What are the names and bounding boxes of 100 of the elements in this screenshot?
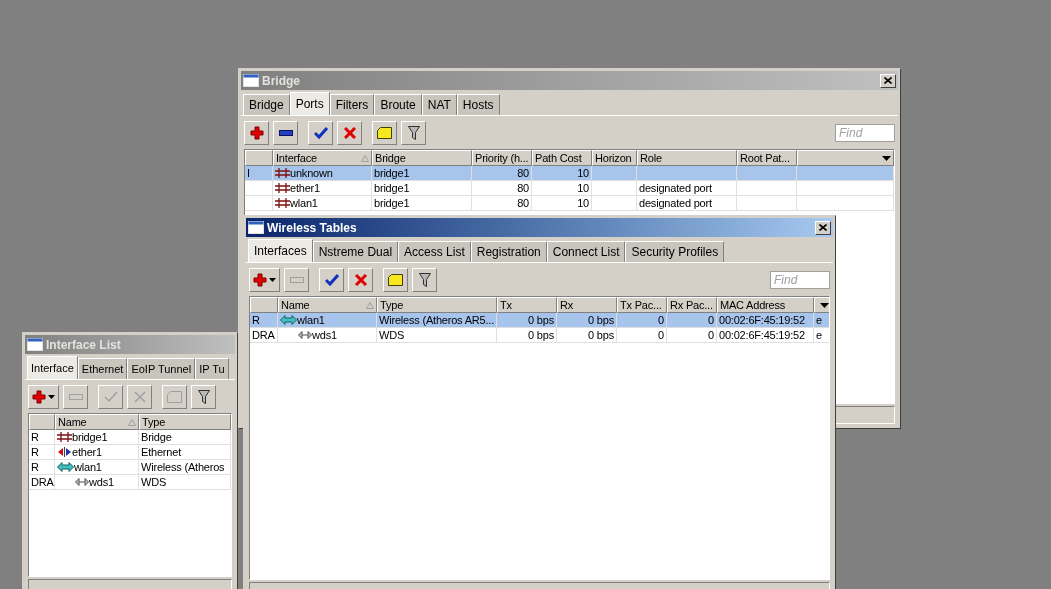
window-title: Wireless Tables — [267, 219, 357, 237]
tab[interactable]: NAT — [421, 94, 457, 115]
column-label: Tx — [500, 298, 512, 312]
column-header[interactable]: Rx Pac... — [667, 297, 717, 313]
column-header[interactable]: Name — [278, 297, 377, 313]
table-cell: 10 — [577, 195, 589, 211]
column-header[interactable]: Rx — [557, 297, 617, 313]
minus-icon — [278, 129, 293, 136]
table-cell: 0 bps — [528, 312, 554, 328]
table-row[interactable]: R bridge1 Bridge — [29, 430, 231, 445]
filter-button[interactable] — [191, 384, 216, 409]
table-cell: WDS — [379, 327, 405, 343]
tab[interactable]: Filters — [329, 94, 375, 115]
add-button[interactable] — [28, 384, 59, 409]
table-row[interactable]: DRA wds1 WDS — [29, 475, 231, 490]
add-button[interactable] — [249, 267, 280, 292]
table-cell: 80 — [517, 165, 529, 181]
table-row[interactable]: DRA wds1 WDS 0 bps 0 bps 0 0 00:02:6F:45:19:52 e — [250, 328, 829, 343]
tab[interactable]: IP Tu — [195, 358, 229, 379]
tab[interactable]: Interface — [27, 356, 78, 379]
bridge-icon — [57, 432, 72, 442]
find-field[interactable]: Find — [770, 270, 830, 289]
tab[interactable]: Security Profiles — [625, 241, 725, 262]
table-cell: 0 bps — [588, 312, 614, 328]
table-cell: designated port — [639, 180, 712, 196]
tab[interactable]: EoIP Tunnel — [127, 358, 196, 379]
plus-icon — [32, 389, 46, 404]
column-label: Horizon — [595, 151, 632, 165]
disable-button[interactable] — [348, 267, 373, 292]
tab[interactable]: Hosts — [456, 94, 500, 115]
dropdown-icon[interactable] — [820, 302, 829, 308]
window-title: Bridge — [262, 72, 300, 90]
tab[interactable]: Access List — [398, 241, 471, 262]
close-icon — [819, 224, 827, 231]
enable-button[interactable] — [308, 120, 333, 145]
column-header[interactable]: Bridge — [372, 150, 472, 166]
tab[interactable]: Registration — [470, 241, 547, 262]
column-header[interactable]: Role — [637, 150, 737, 166]
table-cell: bridge1 — [374, 180, 410, 196]
tab[interactable]: Nstreme Dual — [312, 241, 399, 262]
table-cell: 0 bps — [588, 327, 614, 343]
bridge-icon — [275, 183, 290, 193]
window-icon — [248, 221, 264, 234]
filter-button[interactable] — [401, 120, 426, 145]
tab[interactable]: Ports — [289, 92, 330, 115]
column-header[interactable]: Path Cost — [532, 150, 592, 166]
column-header[interactable]: Tx — [497, 297, 557, 313]
plus-icon — [249, 125, 264, 140]
column-header[interactable]: MAC Address — [717, 297, 814, 313]
enable-button[interactable] — [319, 267, 344, 292]
tab[interactable]: Bridge — [243, 94, 290, 115]
filter-button[interactable] — [412, 267, 437, 292]
add-button[interactable] — [244, 120, 269, 145]
column-header[interactable]: Tx Pac... — [617, 297, 667, 313]
cross-icon — [133, 390, 146, 403]
column-label: Bridge — [375, 151, 406, 165]
column-header[interactable]: Horizon — [592, 150, 637, 166]
table-row[interactable]: R wlan1 Wireless (Atheros AR5... 0 bps 0 bps 0 0 00:02:6F:45:19:52 e — [250, 313, 829, 328]
column-header[interactable] — [814, 297, 829, 313]
comment-button[interactable] — [383, 267, 408, 292]
table-cell: wlan1 — [297, 312, 325, 328]
double-arrow-icon — [75, 478, 89, 486]
dropdown-icon[interactable] — [882, 155, 891, 161]
arrows-icon — [57, 447, 72, 457]
table-cell: ether1 — [72, 444, 102, 460]
comment-button[interactable] — [372, 120, 397, 145]
table-cell: 00:02:6F:45:19:52 — [719, 327, 805, 343]
column-header[interactable]: Root Pat... — [737, 150, 797, 166]
tab[interactable]: Connect List — [546, 241, 626, 262]
table-row[interactable]: R ether1 Ethernet — [29, 445, 231, 460]
column-header[interactable]: Type — [377, 297, 497, 313]
tab[interactable]: Interfaces — [248, 239, 313, 262]
column-label: Rx — [560, 298, 574, 312]
bridge-icon — [275, 198, 290, 208]
table-row[interactable]: wlan1 bridge1 80 10 designated port — [245, 196, 894, 211]
tab[interactable]: Broute — [374, 94, 422, 115]
close-button[interactable] — [815, 220, 831, 235]
table-cell: I — [247, 165, 250, 181]
check-icon — [103, 390, 118, 403]
table-row[interactable]: ether1 bridge1 80 10 designated port — [245, 181, 894, 196]
close-button[interactable] — [880, 73, 896, 88]
table-cell: R — [252, 312, 260, 328]
column-header[interactable]: Type — [139, 414, 231, 430]
table-cell: Ethernet — [141, 444, 181, 460]
find-field[interactable]: Find — [835, 123, 895, 142]
minus-icon — [289, 276, 304, 283]
caret-icon — [48, 394, 55, 399]
window-title: Interface List — [46, 336, 121, 354]
table-row[interactable]: R wlan1 Wireless (Atheros — [29, 460, 231, 475]
check-icon — [324, 273, 339, 286]
check-icon — [313, 126, 328, 139]
table-cell: 80 — [517, 180, 529, 196]
disable-button[interactable] — [337, 120, 362, 145]
remove-button[interactable] — [273, 120, 298, 145]
tab[interactable]: Ethernet — [77, 358, 128, 379]
table-cell: Wireless (Atheros — [141, 459, 225, 475]
table-row[interactable]: I unknown bridge1 80 10 — [245, 166, 894, 181]
column-header[interactable]: Name — [55, 414, 139, 430]
filter-icon — [197, 389, 210, 404]
column-header[interactable]: Interface — [273, 150, 372, 166]
